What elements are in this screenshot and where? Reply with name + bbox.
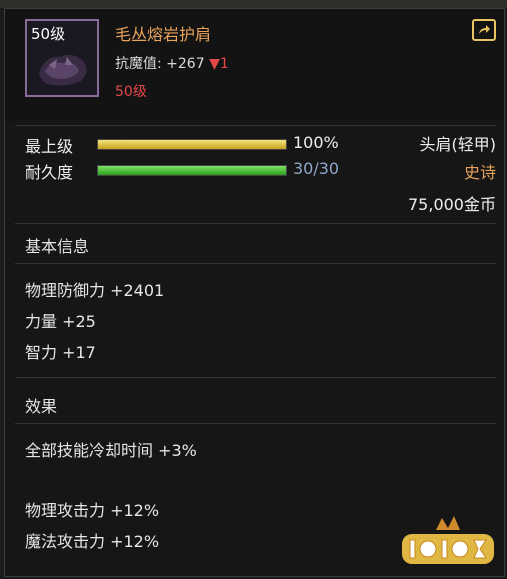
magic-resist-line: 抗魔值: +267 ▼1 — [115, 53, 229, 73]
effect-line: 物理攻击力 +12% — [25, 501, 160, 520]
stat-line: 智力 +17 — [25, 343, 96, 362]
divider — [15, 125, 496, 126]
background-strip — [0, 0, 507, 8]
item-icon-slot[interactable]: 50级 — [25, 19, 99, 97]
divider — [15, 377, 496, 378]
effect-line: 全部技能冷却时间 +3% — [25, 441, 197, 460]
grade-bar — [97, 139, 287, 150]
effect-line: 魔法攻击力 +12% — [25, 532, 160, 551]
divider — [15, 223, 496, 224]
item-level-badge: 50级 — [31, 25, 66, 43]
divider — [15, 263, 496, 264]
shoulder-armor-icon — [39, 54, 87, 86]
grade-value: 100% — [293, 133, 339, 152]
item-tooltip: 50级 毛丛熔岩护肩 抗魔值: +267 ▼1 50级 最上级 100% 耐久度… — [4, 8, 505, 577]
durability-bar — [97, 165, 287, 176]
grade-label: 最上级 — [25, 137, 74, 156]
slot-type: 头肩(轻甲) — [419, 135, 497, 154]
required-level: 50级 — [115, 84, 147, 100]
price: 75,000金币 — [408, 195, 496, 214]
basic-info-title: 基本信息 — [25, 237, 90, 256]
stat-delta: ▼1 — [209, 56, 229, 72]
stat-line: 力量 +25 — [25, 312, 96, 331]
stat-line: 物理防御力 +2401 — [25, 281, 165, 300]
watermark-logo — [402, 516, 494, 564]
export-icon[interactable] — [472, 19, 496, 41]
grade-bar-fill — [98, 140, 286, 149]
durability-label: 耐久度 — [25, 163, 74, 182]
rarity: 史诗 — [463, 163, 496, 182]
durability-value: 30/30 — [293, 159, 340, 178]
tooltip-header: 50级 毛丛熔岩护肩 抗魔值: +267 ▼1 50级 — [5, 9, 504, 121]
durability-bar-fill — [98, 166, 286, 175]
divider — [15, 423, 496, 424]
item-name: 毛丛熔岩护肩 — [115, 25, 212, 44]
effects-title: 效果 — [25, 397, 58, 416]
magic-resist-value: 抗魔值: +267 — [115, 56, 205, 72]
